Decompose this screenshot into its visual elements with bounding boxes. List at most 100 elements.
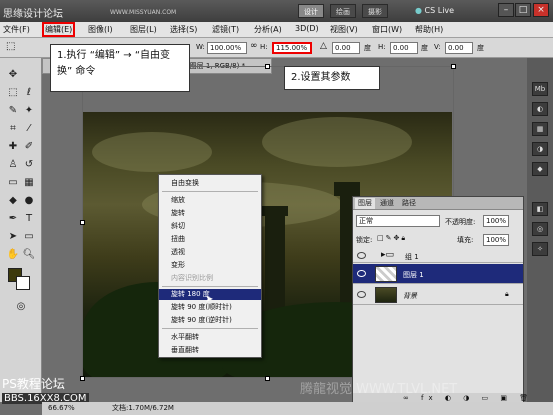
menu-image[interactable]: 图像(I) [88, 24, 113, 35]
menu-item-rotate[interactable]: 旋转 [159, 208, 261, 219]
healing-tool-icon[interactable]: ✚ [6, 140, 20, 154]
menu-item-distort[interactable]: 扭曲 [159, 234, 261, 245]
lasso-tool-icon[interactable]: ℓ [22, 86, 36, 100]
workspace-photography-button[interactable]: 摄影 [362, 4, 388, 18]
layer-thumbnail [375, 287, 397, 303]
transform-handle[interactable] [80, 220, 85, 225]
menu-view[interactable]: 视图(V) [330, 24, 358, 35]
move-tool-icon[interactable]: ✥ [6, 68, 20, 82]
site-title: 思缘设计论坛 [3, 9, 63, 20]
marquee-tool-icon[interactable]: ⬚ [6, 86, 20, 100]
type-tool-icon[interactable]: T [22, 212, 36, 226]
menu-item-rotate-90-ccw[interactable]: 旋转 90 度(逆时针) [159, 315, 261, 326]
visibility-eye-icon[interactable] [357, 252, 366, 259]
tab-layers[interactable]: 图层 [355, 198, 375, 209]
link-icon[interactable]: ∞ [250, 41, 258, 51]
dodge-tool-icon[interactable]: ● [22, 194, 36, 208]
menu-filter[interactable]: 滤镜(T) [212, 24, 239, 35]
transform-context-menu: 自由变换 缩放 旋转 斜切 扭曲 透视 变形 内容识别比例 旋转 180 度 旋… [158, 174, 262, 358]
status-bar: 66.67% 文档:1.70M/6.72M [42, 402, 553, 415]
workspace-design-button[interactable]: 设计 [298, 4, 324, 18]
menu-item-free-transform[interactable]: 自由变换 [159, 178, 261, 189]
cs-live-button[interactable]: ● CS Live [415, 4, 454, 18]
layers-panel-tabs: 图层 通道 路径 [353, 197, 523, 210]
hskew-field[interactable]: 0.00 [390, 42, 418, 54]
cs-live-icon: ● [415, 6, 422, 15]
swatches-panel-icon[interactable]: ▦ [532, 122, 548, 136]
shape-tool-icon[interactable]: ▭ [22, 230, 36, 244]
panel-dock: Mb ◐ ▦ ◑ ◆ ◧ ◎ ✧ [527, 58, 553, 402]
styles-panel-icon[interactable]: ◆ [532, 162, 548, 176]
menu-select[interactable]: 选择(S) [170, 24, 197, 35]
menu-item-skew[interactable]: 斜切 [159, 221, 261, 232]
layer-row[interactable]: 背景 🔒︎ [353, 285, 523, 305]
quick-mask-icon[interactable]: ◎ [14, 300, 28, 314]
ps-forum-watermark: PS教程论坛 [2, 377, 65, 391]
menu-item-warp[interactable]: 变形 [159, 260, 261, 271]
transform-handle[interactable] [265, 376, 270, 381]
layer-name: 图层 1 [403, 271, 424, 279]
workspace-painting-button[interactable]: 绘画 [330, 4, 356, 18]
width-label: W: [196, 43, 205, 51]
background-color-swatch[interactable] [16, 276, 30, 290]
tab-channels[interactable]: 通道 [377, 198, 397, 209]
menu-layer[interactable]: 图层(L) [130, 24, 157, 35]
menu-item-flip-horizontal[interactable]: 水平翻转 [159, 332, 261, 343]
blend-mode-select[interactable]: 正常 [356, 215, 440, 227]
height-field[interactable]: 115.00% [272, 42, 312, 54]
transform-handle[interactable] [265, 64, 270, 69]
angle-field[interactable]: 0.00 [332, 42, 360, 54]
color-panel-icon[interactable]: ◐ [532, 102, 548, 116]
restore-button[interactable]: □ [515, 3, 531, 17]
eyedropper-tool-icon[interactable]: ⁄ [22, 122, 36, 136]
blur-tool-icon[interactable]: ◆ [6, 194, 20, 208]
crop-tool-icon[interactable]: ⌗ [6, 122, 20, 136]
menu-window[interactable]: 窗口(W) [372, 24, 402, 35]
zoom-tool-icon[interactable]: 🔍︎ [22, 248, 36, 262]
tab-paths[interactable]: 路径 [399, 198, 419, 209]
history-brush-tool-icon[interactable]: ↺ [22, 158, 36, 172]
pen-tool-icon[interactable]: ✒ [6, 212, 20, 226]
mini-bridge-icon[interactable]: Mb [532, 82, 548, 96]
menu-file[interactable]: 文件(F) [3, 24, 30, 35]
gradient-tool-icon[interactable]: ▦ [22, 176, 36, 190]
menu-edit[interactable]: 编辑(E) [42, 22, 76, 37]
menu-analysis[interactable]: 分析(A) [254, 24, 282, 35]
paths-panel-icon[interactable]: ✧ [532, 242, 548, 256]
lock-label: 锁定: [356, 236, 373, 244]
magic-wand-tool-icon[interactable]: ✦ [22, 104, 36, 118]
document-size: 文档:1.70M/6.72M [112, 404, 174, 412]
menu-item-perspective[interactable]: 透视 [159, 247, 261, 258]
hand-tool-icon[interactable]: ✋ [6, 248, 20, 262]
quick-select-tool-icon[interactable]: ✎ [6, 104, 20, 118]
width-field[interactable]: 100.00% [207, 42, 247, 54]
visibility-eye-icon[interactable] [357, 291, 366, 298]
menu-item-flip-vertical[interactable]: 垂直翻转 [159, 345, 261, 356]
channels-panel-icon[interactable]: ◎ [532, 222, 548, 236]
visibility-eye-icon[interactable] [357, 270, 366, 277]
minimize-button[interactable]: – [498, 3, 514, 17]
menu-item-scale[interactable]: 缩放 [159, 195, 261, 206]
opacity-field[interactable]: 100% [483, 215, 509, 227]
lock-icons[interactable]: □✎✥🔒︎ [377, 234, 407, 243]
vskew-field[interactable]: 0.00 [445, 42, 473, 54]
brush-tool-icon[interactable]: ✐ [22, 140, 36, 154]
close-button[interactable]: × [533, 3, 549, 17]
mouse-cursor-icon: ➤ [205, 294, 214, 305]
fill-field[interactable]: 100% [483, 234, 509, 246]
eraser-tool-icon[interactable]: ▭ [6, 176, 20, 190]
cs-live-label: CS Live [424, 6, 455, 15]
adjustments-panel-icon[interactable]: ◑ [532, 142, 548, 156]
layer-row[interactable]: 图层 1 [353, 264, 523, 284]
layers-panel-icon[interactable]: ◧ [532, 202, 548, 216]
zoom-level[interactable]: 66.67% [48, 402, 75, 415]
menu-bar: 文件(F) 编辑(E) 图像(I) 图层(L) 选择(S) 滤镜(T) 分析(A… [0, 22, 553, 38]
menu-help[interactable]: 帮助(H) [415, 24, 443, 35]
transform-handle[interactable] [451, 64, 456, 69]
menu-3d[interactable]: 3D(D) [295, 24, 319, 33]
path-select-tool-icon[interactable]: ➤ [6, 230, 20, 244]
stamp-tool-icon[interactable]: ♙ [6, 158, 20, 172]
layer-thumbnail [375, 266, 397, 282]
layer-row[interactable]: ▸▭ 组 1 [353, 249, 523, 263]
transform-handle[interactable] [80, 376, 85, 381]
